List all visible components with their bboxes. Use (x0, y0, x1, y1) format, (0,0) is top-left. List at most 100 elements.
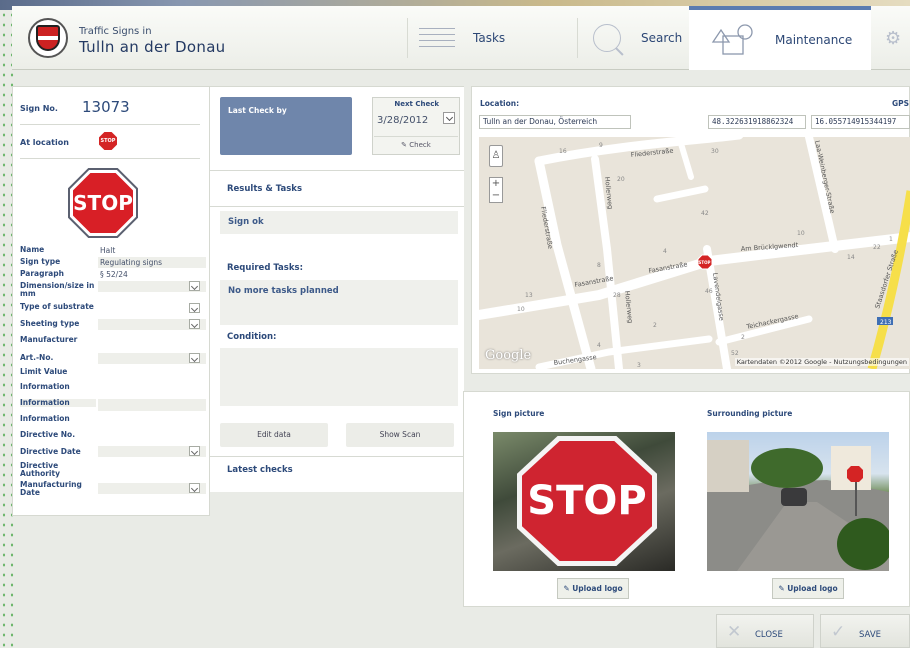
latest-checks-label[interactable]: Latest checks (227, 465, 293, 475)
prop-information-2: Information (18, 396, 206, 412)
dimension-dropdown[interactable] (189, 281, 200, 291)
prop-substrate: Type of substrate (18, 300, 206, 317)
map-house-number: 28 (613, 292, 621, 299)
map-house-number: 42 (701, 210, 709, 217)
sign-image-text: STOP (73, 173, 133, 233)
address-field[interactable]: Tulln an der Donau, Österreich (479, 115, 631, 129)
check-button[interactable]: ✎ Check (374, 136, 458, 153)
directive-date-dropdown[interactable] (189, 446, 200, 456)
list-icon (419, 24, 455, 52)
map-house-number: 10 (517, 306, 525, 313)
prop-art-no: Art.-No. (18, 350, 206, 364)
required-tasks-label: Required Tasks: (227, 263, 303, 273)
prop-directive-no: Directive No. (20, 430, 76, 439)
map-controls: ♙ + − (489, 145, 503, 203)
next-check-label: Next Check (394, 100, 439, 108)
close-icon: ✕ (727, 622, 742, 642)
upload-sign-picture-button[interactable]: ✎ Upload logo (557, 578, 629, 599)
prop-sheeting: Sheeting type (18, 317, 206, 333)
condition-label: Condition: (227, 332, 277, 342)
upload-icon: ✎ (778, 584, 788, 593)
prop-manufacturing-date: Manufacturing Date (18, 480, 206, 499)
nav-tasks-label: Tasks (473, 31, 506, 45)
sign-image: STOP (65, 165, 141, 241)
prop-information-1: Information (20, 382, 70, 391)
save-label: SAVE (859, 630, 882, 640)
zoom-control: + − (489, 177, 503, 203)
stop-sign-icon: STOP (99, 132, 117, 150)
shapes-icon (711, 24, 753, 55)
checks-panel: Last Check by Next Check 3/28/2012 ✎ Che… (210, 86, 464, 492)
prop-paragraph: Paragraph § 52/24 (20, 269, 128, 280)
next-check-dropdown[interactable] (443, 112, 455, 124)
latitude-field[interactable]: 48.322631918862324 (708, 115, 806, 129)
location-map[interactable]: Fliederstraße Fliederstraße Hollerweg Ho… (479, 137, 910, 369)
map-house-number: 20 (617, 176, 625, 183)
pictures-panel: Sign picture Surrounding picture STOP ✎ … (463, 391, 910, 607)
map-house-number: 2 (653, 322, 657, 329)
prop-manufacturer: Manufacturer (20, 335, 78, 344)
prop-name: Name Halt (20, 245, 116, 256)
sign-photo-text: STOP (522, 441, 652, 561)
save-button[interactable]: ✓ SAVE (820, 614, 910, 648)
show-scan-button[interactable]: Show Scan (346, 423, 454, 447)
map-house-number: 8 (597, 262, 601, 269)
map-house-number: 2 (741, 334, 745, 341)
nav-maintenance[interactable]: Maintenance (689, 6, 871, 70)
map-attribution[interactable]: Kartendaten ©2012 Google - Nutzungsbedin… (734, 358, 909, 366)
upload-surrounding-picture-button[interactable]: ✎ Upload logo (772, 578, 844, 599)
longitude-field[interactable]: 16.055714915344197 (811, 115, 910, 129)
city-crest-logo (28, 18, 68, 58)
map-house-number: 3 (637, 362, 641, 369)
map-house-number: 10 (797, 230, 805, 237)
map-house-number: 13 (525, 292, 533, 299)
art-no-dropdown[interactable] (189, 353, 200, 363)
nav-search[interactable]: Search (577, 6, 689, 70)
sign-number-label: Sign No. (20, 104, 58, 113)
substrate-dropdown[interactable] (189, 303, 200, 313)
close-button[interactable]: ✕ CLOSE (716, 614, 814, 648)
edit-data-button[interactable]: Edit data (220, 423, 328, 447)
google-logo: Google (485, 348, 532, 363)
close-label: CLOSE (755, 630, 783, 640)
map-house-number: 9 (599, 142, 603, 149)
map-house-number: 16 (559, 148, 567, 155)
pegman-icon[interactable]: ♙ (489, 145, 503, 167)
condition-field[interactable] (220, 348, 458, 406)
map-house-number: 30 (711, 148, 719, 155)
next-check-box: Next Check 3/28/2012 ✎ Check (372, 97, 460, 155)
result-status: Sign ok (220, 211, 458, 234)
app-subtitle: Traffic Signs in (79, 26, 152, 37)
zoom-out-button[interactable]: − (490, 190, 502, 202)
map-house-number: 4 (663, 248, 667, 255)
app-title: Tulln an der Donau (79, 38, 226, 56)
map-house-number: 4 (597, 342, 601, 349)
manufacturing-date-dropdown[interactable] (189, 483, 200, 493)
sign-properties: Name Halt Sign type Regulating signs Parag… (18, 245, 206, 499)
prop-information-3: Information (20, 414, 70, 423)
map-house-number: 22 (873, 244, 881, 251)
sign-photo: STOP (493, 432, 675, 571)
map-house-number: 14 (847, 254, 855, 261)
next-check-date[interactable]: 3/28/2012 (377, 115, 428, 126)
map-marker-text: STOP (699, 260, 711, 265)
prop-limit-value: Limit Value (20, 367, 68, 376)
surrounding-picture-label: Surrounding picture (707, 409, 793, 418)
sign-details-panel: Sign No. 13073 At location STOP STOP Nam… (12, 86, 210, 516)
prop-dimension: Dimension/size in mm (18, 281, 206, 300)
map-house-number: 1 (889, 236, 893, 243)
surrounding-photo (707, 432, 889, 571)
sheeting-dropdown[interactable] (189, 319, 200, 329)
upload-icon: ✎ (563, 584, 573, 593)
nav-settings[interactable]: ⚙ (871, 6, 910, 70)
app-header: Traffic Signs in Tulln an der Donau Task… (12, 6, 910, 70)
nav-tasks[interactable]: Tasks (407, 6, 577, 70)
checkmark-icon: ✓ (831, 622, 846, 642)
prop-directive-date: Directive Date (18, 444, 206, 459)
tasks-value: No more tasks planned (220, 280, 458, 325)
zoom-in-button[interactable]: + (490, 178, 502, 190)
last-check-box[interactable]: Last Check by (220, 97, 352, 155)
map-house-number: 46 (705, 288, 713, 295)
gps-label: GPS (891, 99, 909, 108)
route-badge: 213 (880, 319, 892, 326)
